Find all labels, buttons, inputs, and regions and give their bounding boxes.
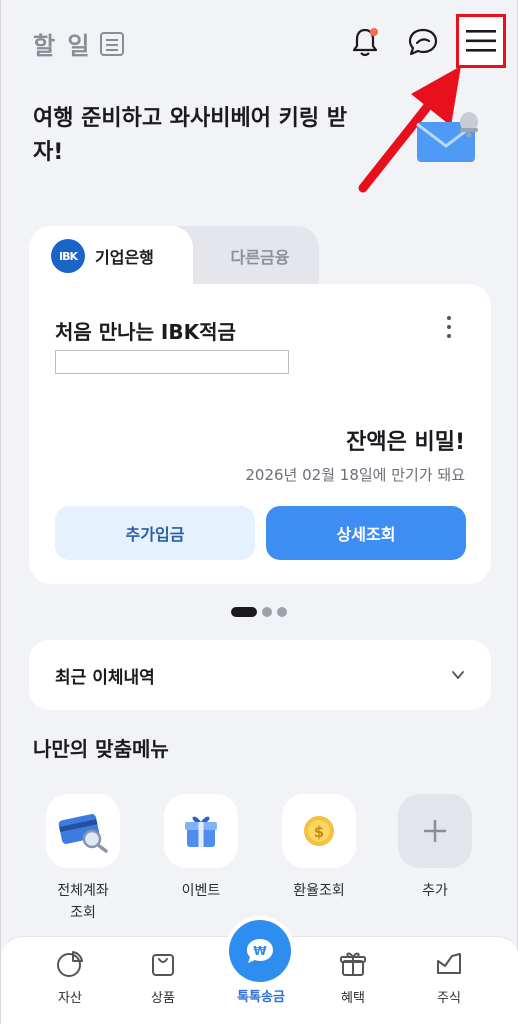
account-card[interactable]: 처음 만나는 IBK적금 잔액은 비밀! 2026년 02월 18일에 만기가 … xyxy=(29,284,491,584)
balance-text: 잔액은 비밀! xyxy=(346,430,465,455)
nav-stocks[interactable]: 주식 xyxy=(404,937,494,1024)
gift-outline-icon xyxy=(340,952,366,976)
coin-icon: $ xyxy=(282,794,356,868)
promo-text: 여행 준비하고 와사비베어 키링 받자! xyxy=(33,106,347,165)
menu-item-add[interactable]: 추가 xyxy=(383,794,487,902)
transfer-chat-icon: ₩ xyxy=(247,939,273,963)
pagination-dot[interactable] xyxy=(262,607,272,617)
nav-assets[interactable]: 자산 xyxy=(25,937,115,1024)
gift-icon xyxy=(164,794,238,868)
nav-talk-transfer[interactable]: ₩ xyxy=(229,920,291,982)
shopping-bag-icon xyxy=(152,954,174,976)
tab-other-finance-label: 다른금융 xyxy=(230,248,290,267)
nav-label: 혜택 xyxy=(341,991,365,1006)
additional-deposit-button[interactable]: 추가입금 xyxy=(55,506,255,560)
nav-label: 자산 xyxy=(58,991,82,1006)
menu-item-label: 환율조회 xyxy=(293,883,345,899)
more-options-icon[interactable] xyxy=(441,316,457,342)
ibk-logo-icon: IBK xyxy=(51,239,85,273)
menu-item-label: 추가 xyxy=(422,883,448,899)
recent-transfers-toggle[interactable]: 최근 이체내역 xyxy=(29,640,491,710)
tab-ibk-bank[interactable]: IBK 기업은행 xyxy=(29,226,193,286)
nav-talk-transfer-label: 톡톡송금 xyxy=(237,990,285,1005)
account-name: 처음 만나는 IBK적금 xyxy=(55,320,236,344)
svg-text:₩: ₩ xyxy=(253,944,267,958)
nav-products[interactable]: 상품 xyxy=(118,937,208,1024)
recent-transfers-label: 최근 이체내역 xyxy=(55,667,155,688)
detail-view-button[interactable]: 상세조회 xyxy=(266,506,466,560)
envelope-bell-illustration xyxy=(416,112,478,162)
menu-item-events[interactable]: 이벤트 xyxy=(149,794,253,902)
maturity-date: 2026년 02월 18일에 만기가 돼요 xyxy=(245,466,465,484)
nav-label: 주식 xyxy=(437,991,461,1006)
pagination-dot[interactable] xyxy=(277,607,287,617)
menu-item-label: 전체계좌 조회 xyxy=(57,883,109,921)
stock-chart-icon xyxy=(437,953,461,974)
tab-other-finance[interactable]: 다른금융 xyxy=(177,226,319,286)
chevron-down-icon xyxy=(452,671,464,679)
account-card-icon xyxy=(46,794,120,868)
todo-button[interactable]: 할 일 xyxy=(33,26,124,61)
menu-item-exchange-rate[interactable]: $ 환율조회 xyxy=(267,794,371,902)
carousel-pagination xyxy=(231,607,287,617)
custom-menu-grid: 전체계좌 조회 이벤트 $ 환율조회 추가 xyxy=(31,794,491,934)
checklist-icon xyxy=(99,31,124,56)
todo-label: 할 일 xyxy=(33,32,92,60)
plus-icon xyxy=(398,794,472,868)
custom-menu-title: 나만의 맞춤메뉴 xyxy=(33,737,169,761)
menu-item-label: 이벤트 xyxy=(181,883,221,899)
nav-label: 상품 xyxy=(151,991,175,1006)
chat-bubble-icon[interactable] xyxy=(406,26,440,58)
hamburger-icon xyxy=(466,30,496,52)
notification-bell-icon[interactable] xyxy=(350,26,380,58)
svg-text:$: $ xyxy=(314,823,324,841)
account-number-redacted xyxy=(55,350,289,374)
menu-item-all-accounts[interactable]: 전체계좌 조회 xyxy=(31,794,135,924)
tab-ibk-bank-label: 기업은행 xyxy=(95,248,154,267)
pie-chart-icon xyxy=(57,951,83,977)
promo-banner[interactable]: 여행 준비하고 와사비베어 키링 받자! xyxy=(33,102,363,170)
nav-benefits[interactable]: 혜택 xyxy=(308,937,398,1024)
pagination-dot-active[interactable] xyxy=(231,607,257,617)
